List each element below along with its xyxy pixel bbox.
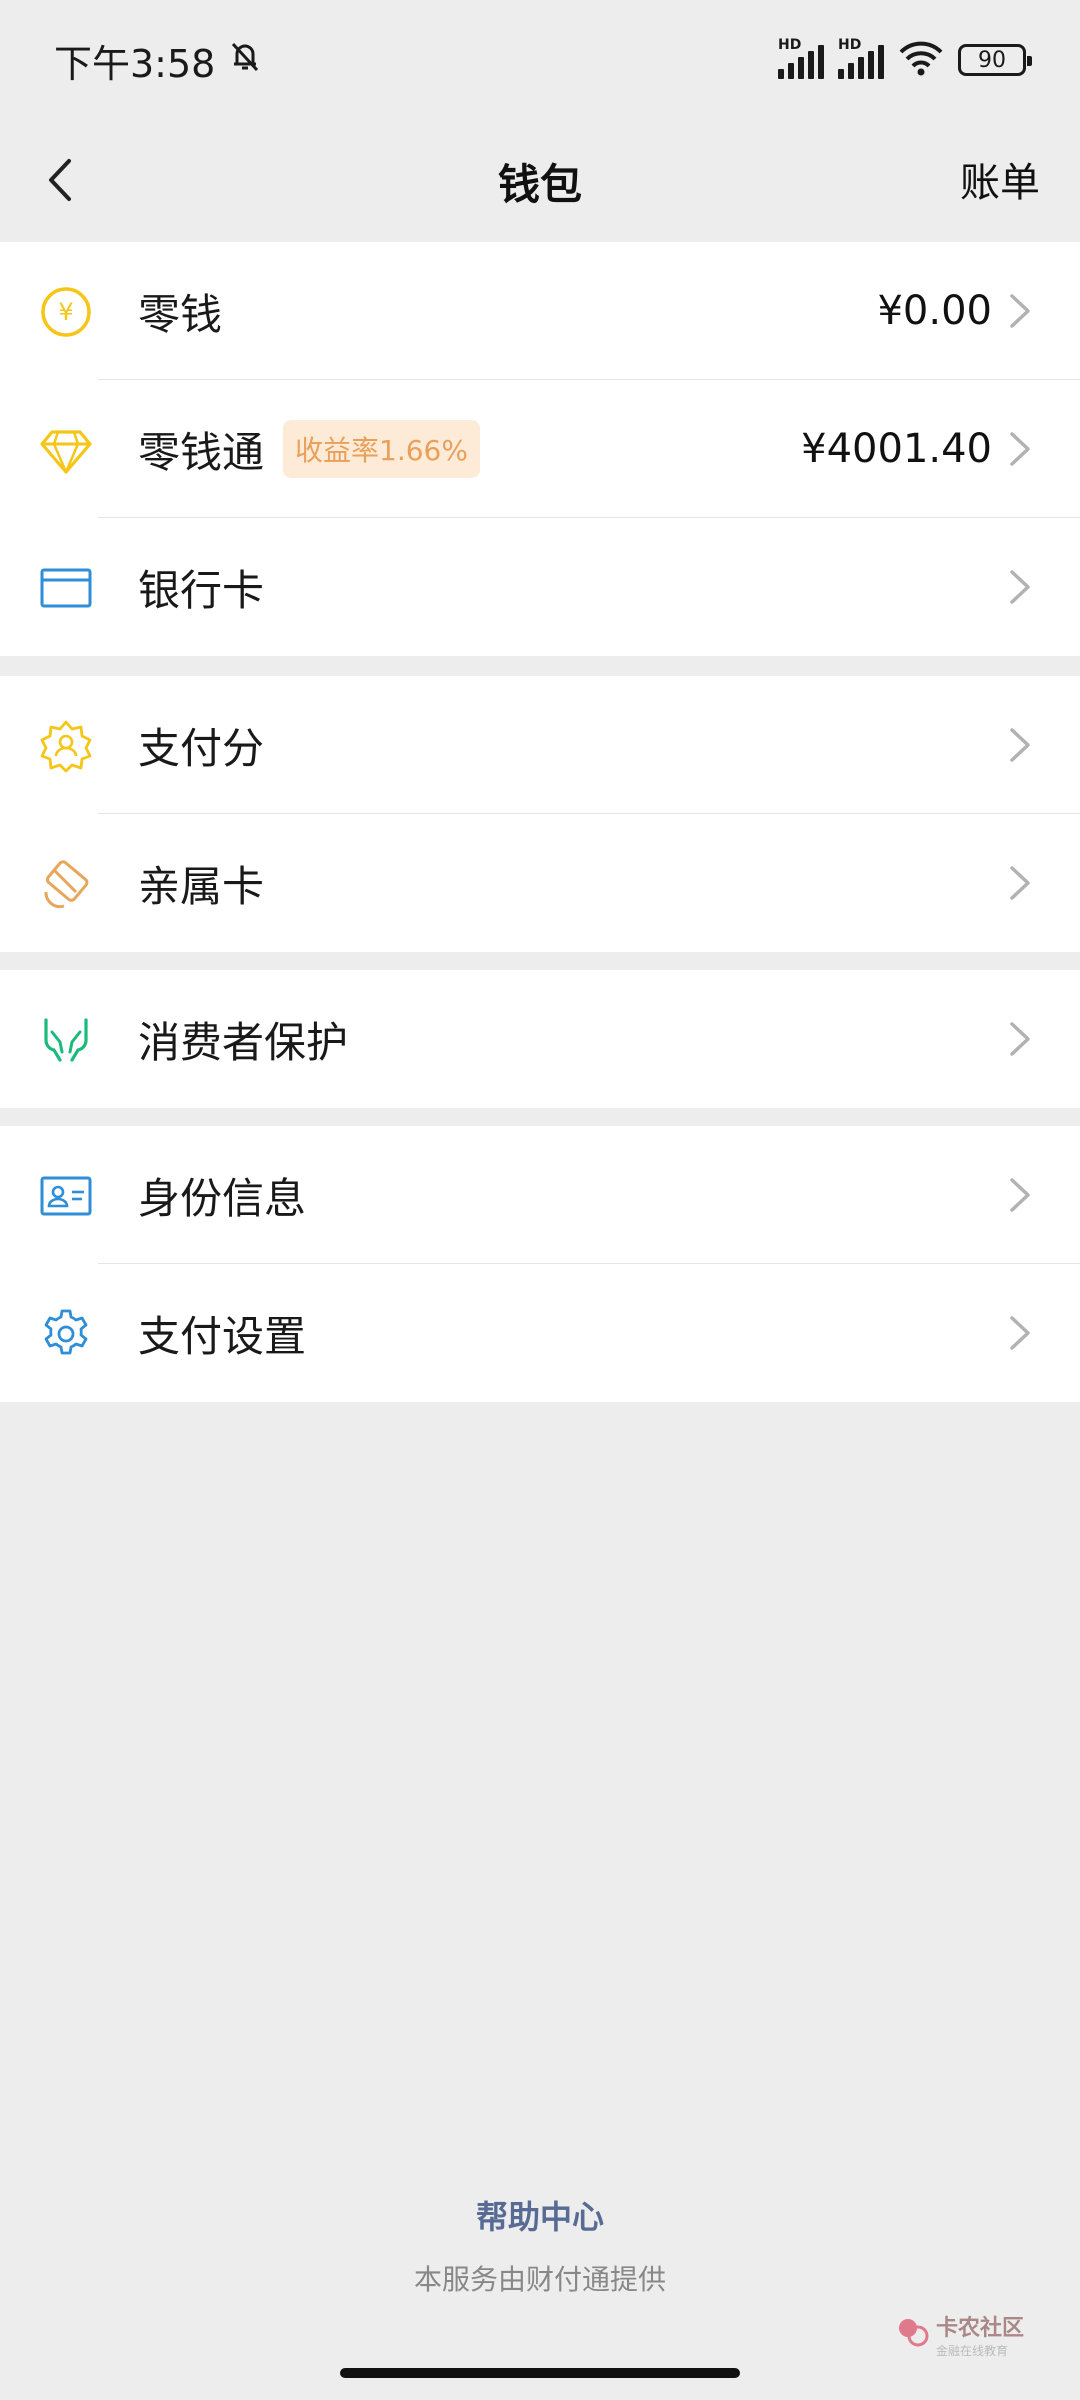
pay-score-label: 支付分 — [138, 723, 265, 773]
home-indicator[interactable] — [340, 2368, 740, 2378]
watermark-subtext: 金融在线教育 — [935, 2344, 1008, 2358]
watermark-text: 卡农社区 — [935, 2316, 1024, 2341]
chevron-right-icon — [1010, 570, 1030, 604]
family-card-label: 亲属卡 — [138, 861, 265, 911]
signal-icon: HD — [778, 37, 824, 79]
chevron-right-icon — [1010, 432, 1030, 466]
funds-group: ¥ 零钱 ¥0.00 零钱通 收益率1.66% ¥4001.40 银行卡 — [0, 242, 1080, 656]
wallet-page: 下午3:58 HD HD 90 钱包 账单 ¥ 零钱 ¥0.00 零钱通 收益率… — [0, 0, 1080, 2400]
bank-card-label: 银行卡 — [138, 565, 265, 615]
change-label: 零钱 — [138, 289, 223, 339]
status-time: 下午3:58 — [54, 41, 216, 86]
diamond-icon — [40, 424, 92, 476]
wifi-icon — [898, 38, 944, 82]
change-plus-row[interactable]: 零钱通 收益率1.66% ¥4001.40 — [0, 380, 1080, 518]
pay-settings-row[interactable]: 支付设置 — [0, 1264, 1080, 1402]
identity-label: 身份信息 — [138, 1173, 307, 1223]
family-card-icon — [40, 858, 92, 910]
mute-icon — [225, 36, 265, 85]
nav-bar: 钱包 账单 — [0, 120, 1080, 242]
yield-rate-badge: 收益率1.66% — [283, 420, 480, 478]
chevron-right-icon — [1010, 1178, 1030, 1212]
watermark: 卡农社区 金融在线教育 — [896, 2310, 1024, 2359]
gear-icon — [40, 1308, 92, 1360]
chevron-left-icon — [49, 159, 71, 201]
change-plus-balance: ¥4001.40 — [801, 426, 992, 472]
id-card-icon — [40, 1170, 92, 1222]
bill-button[interactable]: 账单 — [960, 150, 1040, 208]
pay-settings-label: 支付设置 — [138, 1311, 307, 1361]
signal-icon-2: HD — [838, 37, 884, 79]
badge-seal-icon — [40, 720, 92, 772]
yuan-coin-icon: ¥ — [40, 286, 92, 338]
bank-card-row[interactable]: 银行卡 — [0, 518, 1080, 656]
chevron-right-icon — [1010, 866, 1030, 900]
status-bar: 下午3:58 HD HD 90 — [0, 0, 1080, 120]
back-button[interactable] — [28, 148, 92, 212]
chevron-right-icon — [1010, 1316, 1030, 1350]
battery-icon: 90 — [958, 44, 1032, 76]
chevron-right-icon — [1010, 294, 1030, 328]
change-balance: ¥0.00 — [877, 288, 992, 334]
credit-group: 支付分 亲属卡 — [0, 676, 1080, 952]
settings-group: 身份信息 支付设置 — [0, 1126, 1080, 1402]
change-plus-label: 零钱通 — [138, 427, 265, 477]
help-center-link[interactable]: 帮助中心 — [0, 2192, 1080, 2238]
svg-text:¥: ¥ — [58, 298, 73, 326]
watermark-logo-icon — [896, 2316, 930, 2354]
pay-score-row[interactable]: 支付分 — [0, 676, 1080, 814]
change-row[interactable]: ¥ 零钱 ¥0.00 — [0, 242, 1080, 380]
hands-protect-icon — [40, 1014, 92, 1066]
chevron-right-icon — [1010, 1022, 1030, 1056]
consumer-protection-label: 消费者保护 — [138, 1017, 349, 1067]
family-card-row[interactable]: 亲属卡 — [0, 814, 1080, 952]
identity-row[interactable]: 身份信息 — [0, 1126, 1080, 1264]
page-title: 钱包 — [497, 159, 582, 209]
protection-group: 消费者保护 — [0, 970, 1080, 1108]
bank-card-icon — [40, 562, 92, 614]
chevron-right-icon — [1010, 728, 1030, 762]
consumer-protection-row[interactable]: 消费者保护 — [0, 970, 1080, 1108]
service-provider-note: 本服务由财付通提供 — [413, 2263, 666, 2296]
